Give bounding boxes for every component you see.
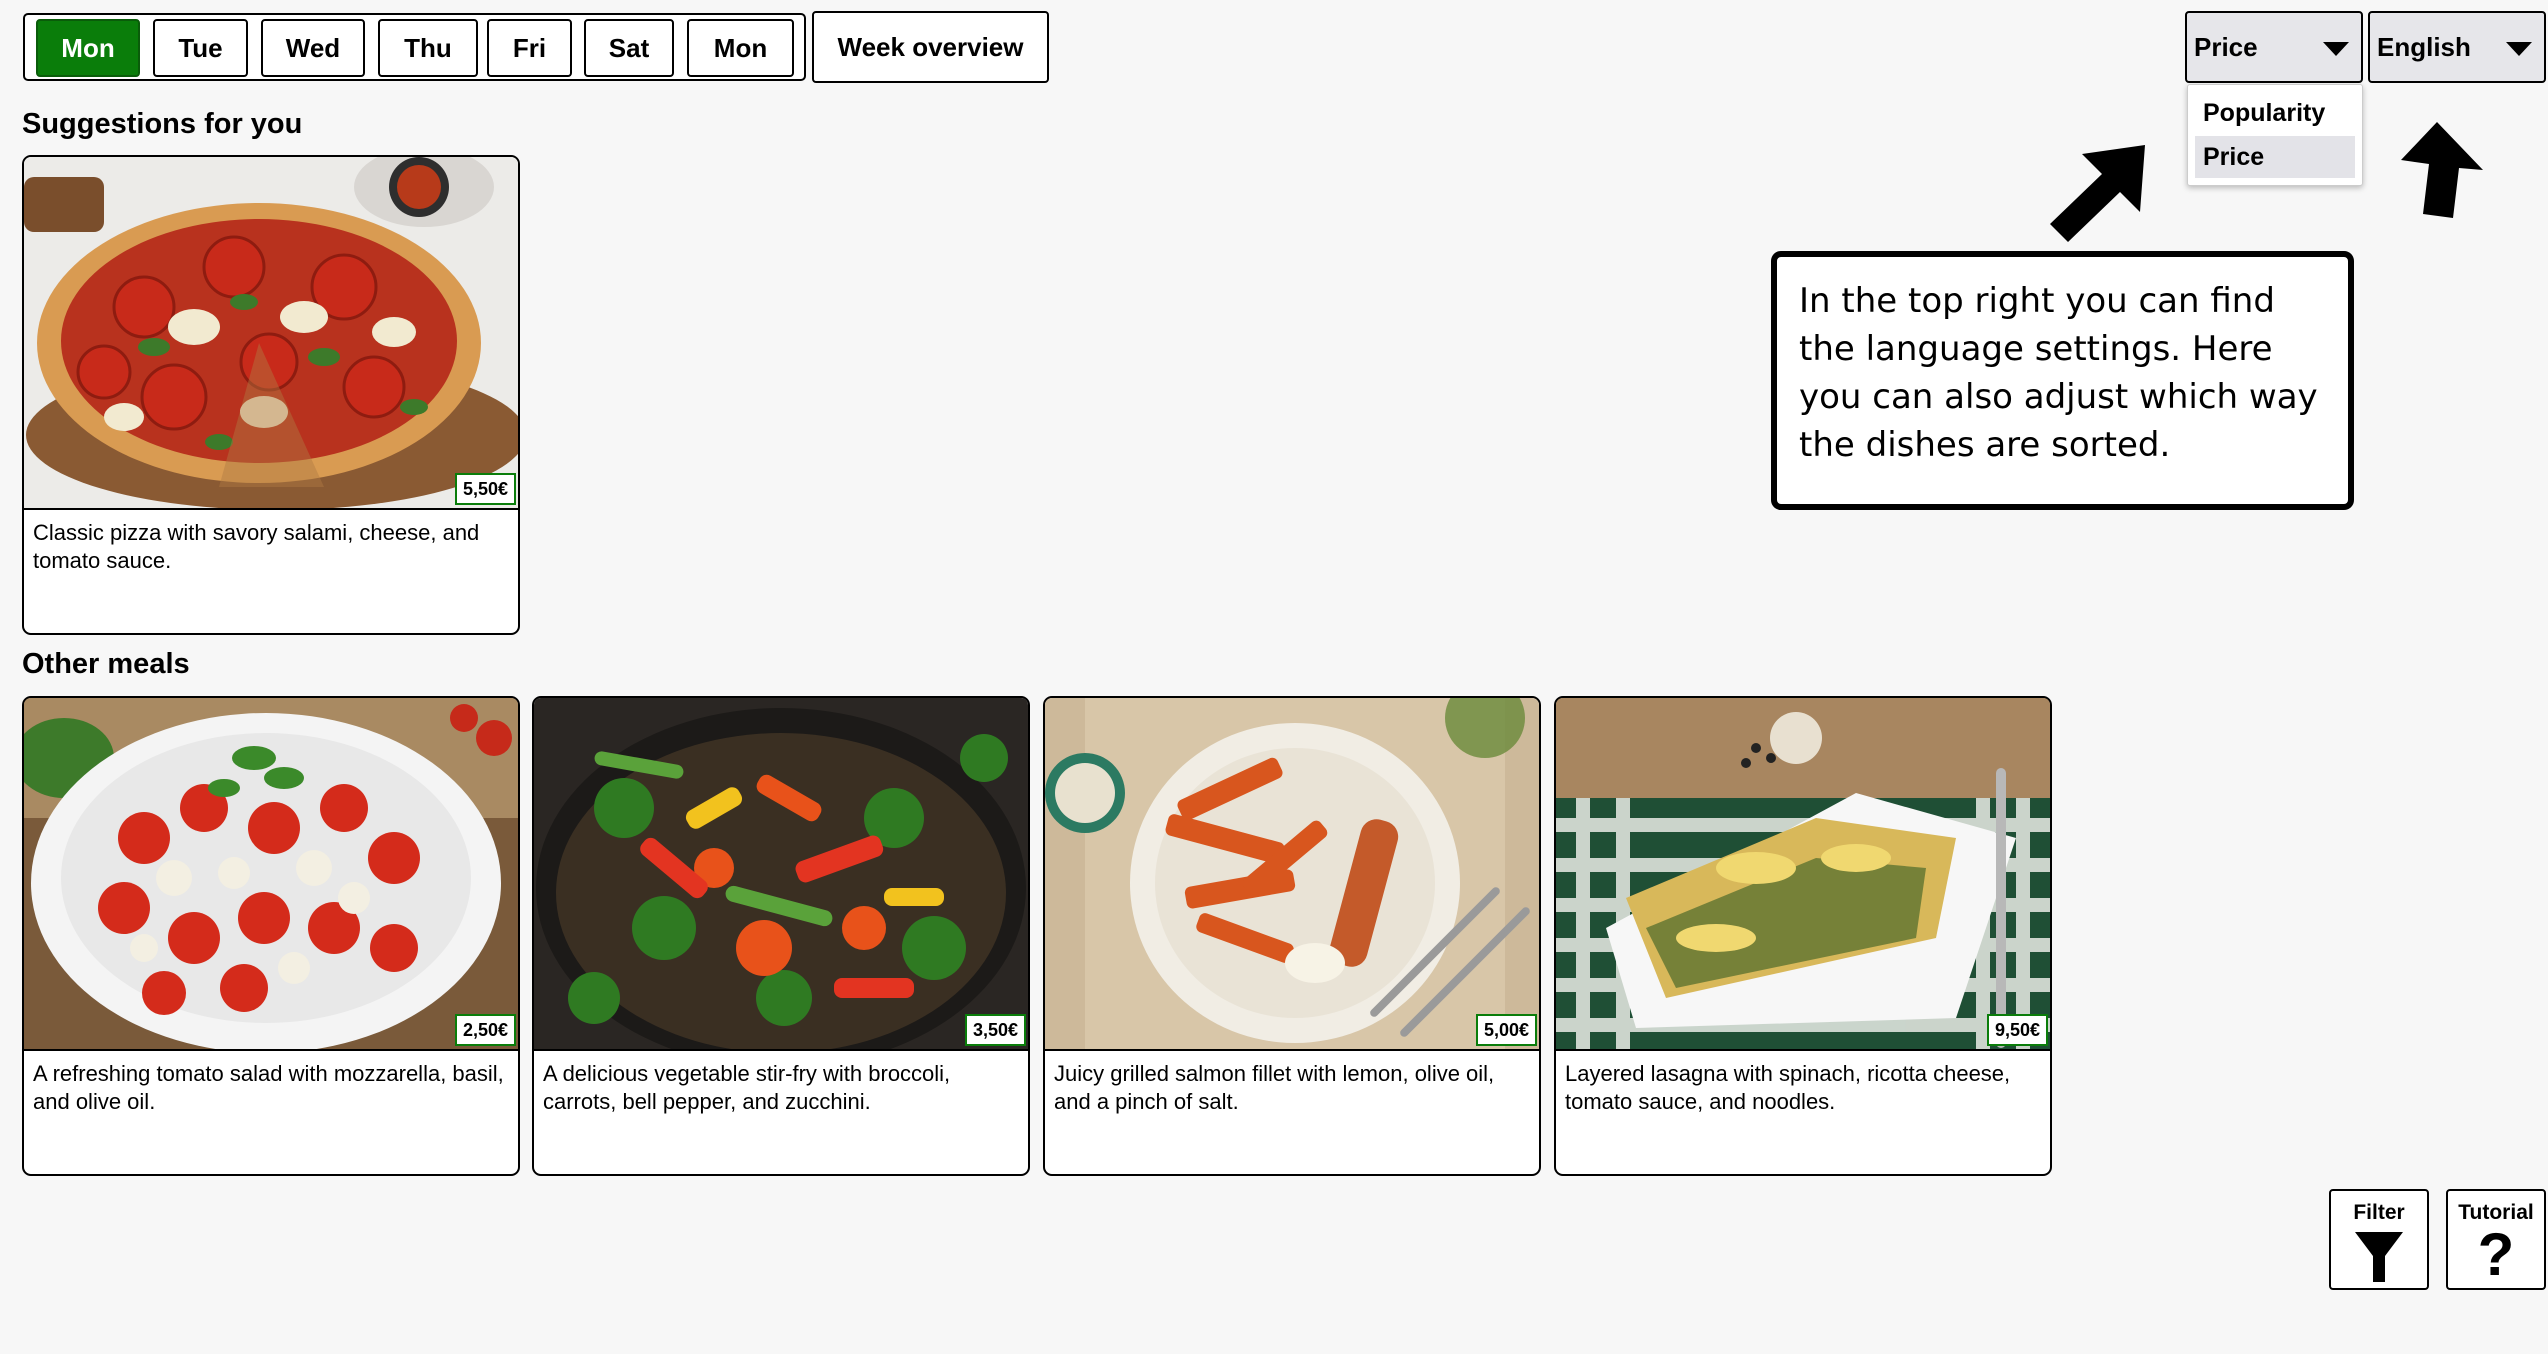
divider	[1556, 1049, 2050, 1051]
meal-description: A delicious vegetable stir-fry with broc…	[543, 1061, 951, 1114]
sort-option-price[interactable]: Price	[2195, 136, 2355, 178]
tomato-salad-image	[24, 698, 518, 1049]
meal-description: A refreshing tomato salad with mozzarell…	[33, 1061, 504, 1114]
question-mark-icon: ?	[2477, 1221, 2515, 1288]
sort-dropdown[interactable]: Price	[2185, 11, 2363, 83]
other-meals-title: Other meals	[22, 648, 190, 680]
divider	[1045, 1049, 1539, 1051]
sort-option-popularity[interactable]: Popularity	[2195, 92, 2355, 134]
price-badge: 2,50€	[454, 1014, 516, 1046]
tooltip-text: In the top right you can find the langua…	[1799, 281, 2318, 465]
language-selected-label: English	[2377, 31, 2471, 62]
tab-day-mon-next[interactable]: Mon	[687, 19, 794, 77]
meal-card-stir-fry[interactable]: 3,50€ A delicious vegetable stir-fry wit…	[532, 696, 1030, 1176]
arrow-pointer-icon	[2401, 122, 2483, 218]
week-overview-button[interactable]: Week overview	[812, 11, 1049, 83]
meal-description: Classic pizza with savory salami, cheese…	[33, 520, 480, 573]
tab-day-wed[interactable]: Wed	[261, 19, 365, 77]
price-badge: 5,00€	[1475, 1014, 1537, 1046]
tab-day-mon[interactable]: Mon	[36, 19, 140, 77]
filter-button[interactable]: Filter	[2329, 1189, 2429, 1290]
stir-fry-image	[534, 698, 1028, 1049]
tab-day-sat[interactable]: Sat	[584, 19, 674, 77]
pizza-image	[24, 157, 518, 508]
divider	[534, 1049, 1028, 1051]
meal-description: Layered lasagna with spinach, ricotta ch…	[1565, 1061, 2011, 1114]
filter-label: Filter	[2353, 1201, 2405, 1224]
chevron-down-icon	[2506, 42, 2532, 56]
divider	[24, 508, 518, 510]
sort-selected-label: Price	[2194, 31, 2258, 62]
sort-menu: Popularity Price	[2187, 84, 2363, 186]
meal-card-lasagna[interactable]: 9,50€ Layered lasagna with spinach, rico…	[1554, 696, 2052, 1176]
arrow-pointer-icon	[2050, 145, 2145, 242]
divider	[24, 1049, 518, 1051]
price-badge: 5,50€	[454, 473, 516, 505]
meal-card-pizza[interactable]: 5,50€ Classic pizza with savory salami, …	[22, 155, 520, 635]
tab-day-fri[interactable]: Fri	[487, 19, 572, 77]
salmon-image	[1045, 698, 1539, 1049]
tutorial-button[interactable]: Tutorial ?	[2446, 1189, 2546, 1290]
language-dropdown[interactable]: English	[2368, 11, 2546, 83]
suggestions-title: Suggestions for you	[22, 108, 303, 140]
meal-description: Juicy grilled salmon fillet with lemon, …	[1054, 1061, 1495, 1114]
meal-card-tomato-salad[interactable]: 2,50€ A refreshing tomato salad with moz…	[22, 696, 520, 1176]
tab-day-thu[interactable]: Thu	[378, 19, 478, 77]
chevron-down-icon	[2323, 42, 2349, 56]
meal-card-salmon[interactable]: 5,00€ Juicy grilled salmon fillet with l…	[1043, 696, 1541, 1176]
lasagna-image	[1556, 698, 2050, 1049]
price-badge: 9,50€	[1986, 1014, 2048, 1046]
funnel-icon	[2331, 1228, 2427, 1284]
tutorial-tooltip: In the top right you can find the langua…	[1771, 251, 2354, 510]
tab-day-tue[interactable]: Tue	[153, 19, 248, 77]
price-badge: 3,50€	[964, 1014, 1026, 1046]
